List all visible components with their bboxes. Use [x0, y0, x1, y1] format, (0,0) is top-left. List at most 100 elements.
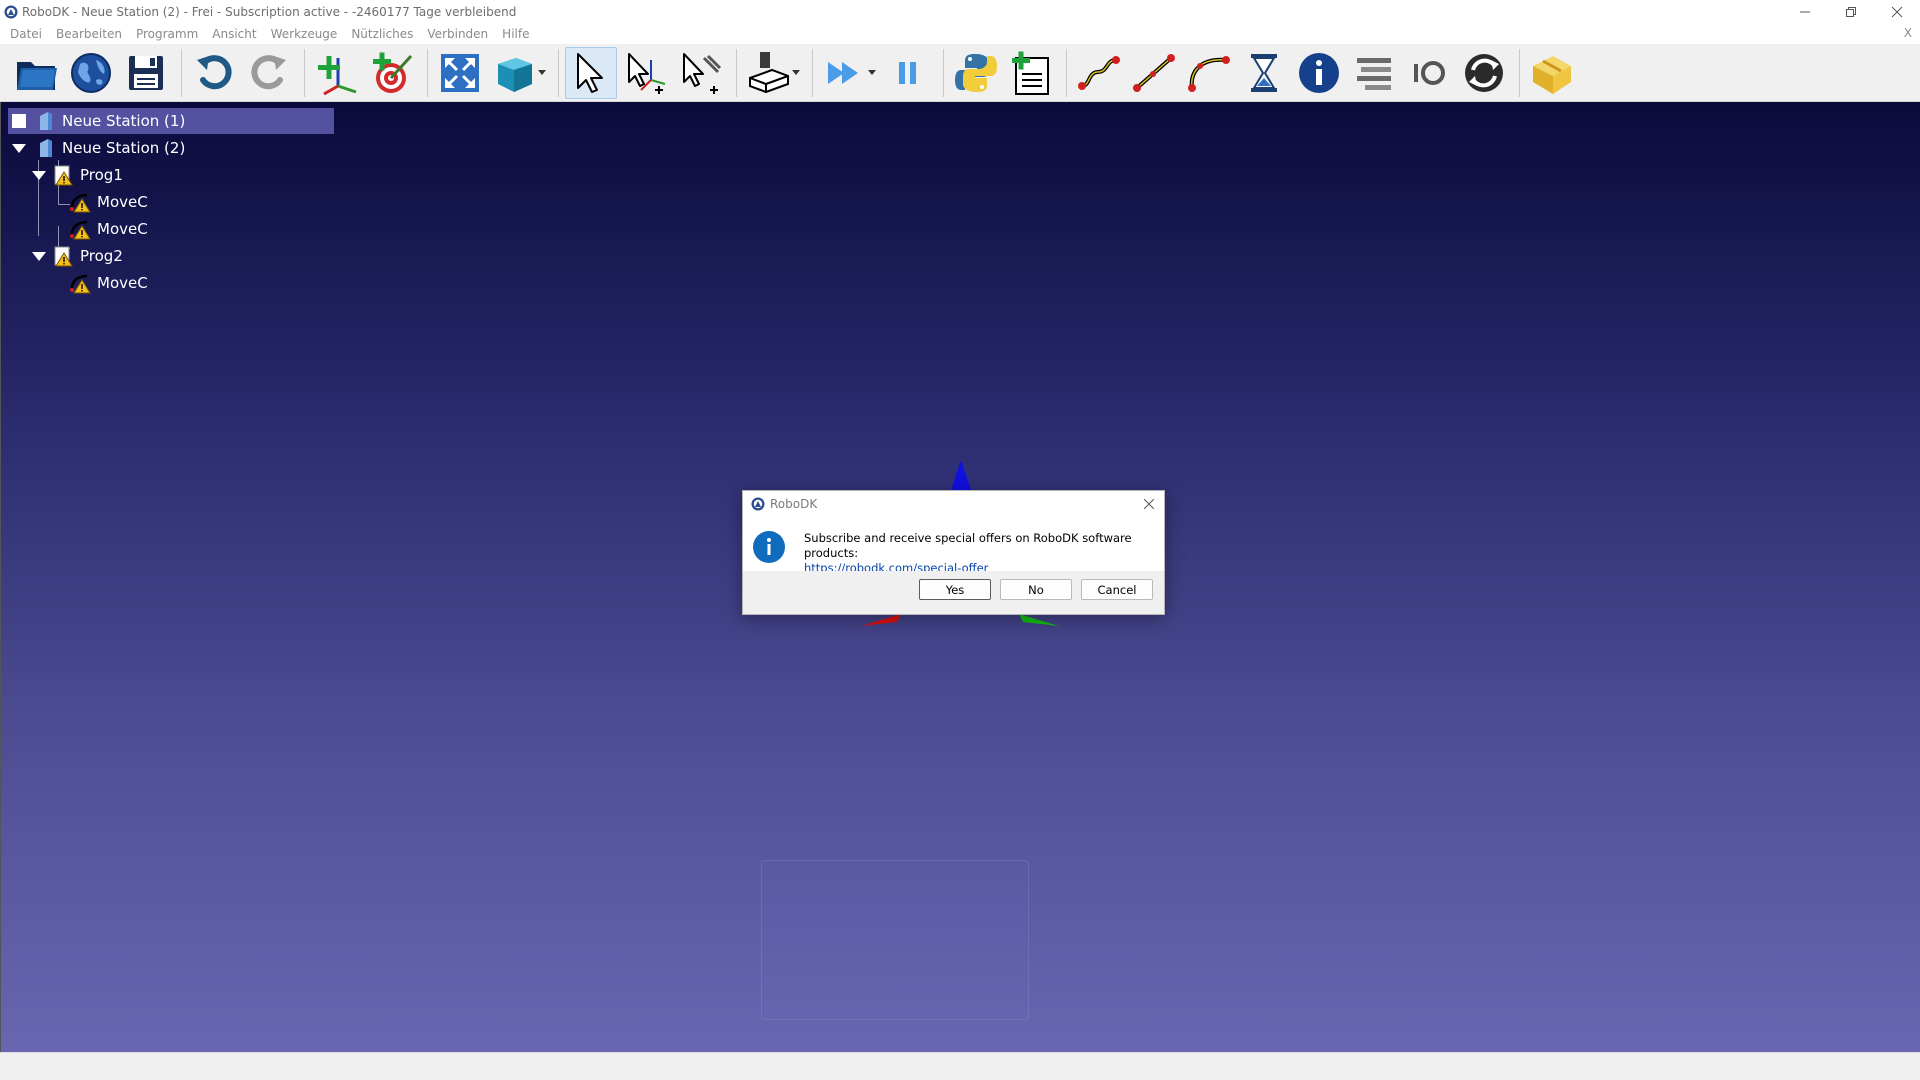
fit-all-button[interactable] — [434, 47, 486, 99]
add-program-icon — [1012, 51, 1049, 95]
movec-warning-icon — [70, 220, 91, 240]
circular-move-icon — [1188, 55, 1230, 92]
call-program-button[interactable] — [1458, 47, 1510, 99]
menu-bearbeiten[interactable]: Bearbeiten — [50, 27, 128, 41]
tree-connector — [38, 216, 39, 236]
machining-project-button[interactable] — [743, 47, 795, 99]
set-tool-icon — [1357, 57, 1391, 90]
menu-ansicht[interactable]: Ansicht — [206, 27, 262, 41]
machining-dropdown-button[interactable] — [792, 47, 802, 99]
robodk-logo-icon — [751, 497, 765, 511]
run-program-button[interactable] — [819, 47, 871, 99]
run-program-icon — [828, 61, 858, 84]
window-title: RoboDK - Neue Station (2) - Frei - Subsc… — [22, 5, 517, 19]
tree-item-prog2[interactable]: Prog2 — [28, 243, 123, 269]
move-tool-button[interactable] — [675, 47, 727, 99]
tree-item-neue-station-1[interactable]: Neue Station (1) — [8, 108, 334, 134]
close-window-button[interactable] — [1874, 0, 1920, 24]
tree-item-prog1[interactable]: Prog1 — [28, 162, 123, 188]
minimize-button[interactable] — [1782, 0, 1828, 24]
select-button[interactable] — [565, 46, 617, 99]
redo-button[interactable] — [243, 47, 295, 99]
add-reference-frame-button[interactable] — [311, 47, 363, 99]
menu-verbinden[interactable]: Verbinden — [421, 27, 494, 41]
menu-werkzeuge[interactable]: Werkzeuge — [265, 27, 344, 41]
machining-icon — [749, 51, 789, 93]
y-axis-arrow — [1019, 614, 1059, 626]
close-document-button[interactable]: X — [1904, 26, 1912, 40]
add-target-button[interactable] — [366, 47, 418, 99]
package-button[interactable] — [1526, 47, 1578, 99]
window-controls — [1782, 0, 1920, 24]
fit-all-icon — [441, 53, 479, 92]
open-folder-icon — [17, 61, 57, 90]
tree-item-label: Neue Station (2) — [62, 139, 186, 157]
joint-move-icon — [1078, 55, 1120, 90]
undo-button[interactable] — [188, 47, 240, 99]
minimize-icon — [1800, 11, 1810, 13]
menu-hilfe[interactable]: Hilfe — [496, 27, 535, 41]
circular-move-button[interactable] — [1183, 47, 1235, 99]
z-axis-arrow — [951, 460, 971, 490]
tree-item-movec[interactable]: MoveC — [69, 270, 148, 296]
set-tool-button[interactable] — [1348, 47, 1400, 99]
move-tool-icon — [683, 52, 722, 94]
view-cube-icon — [498, 57, 532, 92]
no-button[interactable]: No — [1000, 579, 1072, 600]
close-icon — [1144, 499, 1154, 509]
tree-item-label: Neue Station (1) — [62, 112, 186, 130]
tree-item-neue-station-2[interactable]: Neue Station (2) — [8, 135, 185, 161]
robodk-logo-icon — [4, 5, 18, 19]
movec-warning-icon — [70, 193, 91, 213]
linear-move-button[interactable] — [1128, 47, 1180, 99]
io-icon — [1414, 60, 1445, 85]
undo-icon — [197, 54, 232, 89]
add-target-icon — [373, 52, 413, 93]
chevron-down-icon — [538, 69, 546, 75]
toolbar-separator — [1066, 48, 1067, 97]
yes-button[interactable]: Yes — [919, 579, 991, 600]
add-reference-frame-icon — [318, 55, 357, 95]
io-button[interactable] — [1403, 47, 1455, 99]
linear-move-icon — [1133, 53, 1175, 92]
run-dropdown-button[interactable] — [868, 47, 878, 99]
menu-programm[interactable]: Programm — [130, 27, 204, 41]
open-button[interactable] — [10, 47, 62, 99]
menu-bar: Datei Bearbeiten Programm Ansicht Werkze… — [0, 24, 1920, 44]
save-button[interactable] — [120, 47, 172, 99]
tree-item-label: MoveC — [97, 274, 148, 292]
view-cube-button[interactable] — [489, 47, 541, 99]
info-icon — [753, 531, 785, 563]
tree-item-movec[interactable]: MoveC — [69, 216, 148, 242]
station-icon — [40, 112, 52, 130]
restore-button[interactable] — [1828, 0, 1874, 24]
pause-instruction-button[interactable] — [1238, 47, 1290, 99]
expand-triangle-icon[interactable] — [32, 249, 46, 263]
move-reference-button[interactable] — [620, 47, 672, 99]
dialog-body: Subscribe and receive special offers on … — [743, 517, 1164, 575]
online-library-button[interactable] — [65, 47, 117, 99]
dialog-message-text: Subscribe and receive special offers on … — [804, 531, 1132, 560]
tree-item-label: Prog2 — [80, 247, 123, 265]
pause-icon — [899, 61, 916, 84]
tree-item-movec[interactable]: MoveC — [69, 189, 148, 215]
toolbar-separator — [304, 48, 305, 97]
joint-move-button[interactable] — [1073, 47, 1125, 99]
info-icon — [1299, 52, 1339, 93]
menu-datei[interactable]: Datei — [4, 27, 48, 41]
dialog-close-button[interactable] — [1140, 495, 1158, 513]
show-message-button[interactable] — [1293, 47, 1345, 99]
view-dropdown-button[interactable] — [538, 47, 548, 99]
expand-triangle-icon[interactable] — [12, 141, 26, 155]
expand-triangle-icon[interactable] — [32, 168, 46, 182]
chevron-down-icon — [868, 69, 876, 75]
menu-nuetzliches[interactable]: Nützliches — [345, 27, 419, 41]
globe-icon — [71, 52, 111, 93]
toolbar-separator — [558, 48, 559, 97]
dialog-title: RoboDK — [770, 497, 818, 511]
add-program-button[interactable] — [1005, 47, 1057, 99]
pause-button[interactable] — [882, 47, 934, 99]
close-icon — [1891, 6, 1903, 18]
python-program-button[interactable] — [950, 47, 1002, 99]
cancel-button[interactable]: Cancel — [1081, 579, 1153, 600]
